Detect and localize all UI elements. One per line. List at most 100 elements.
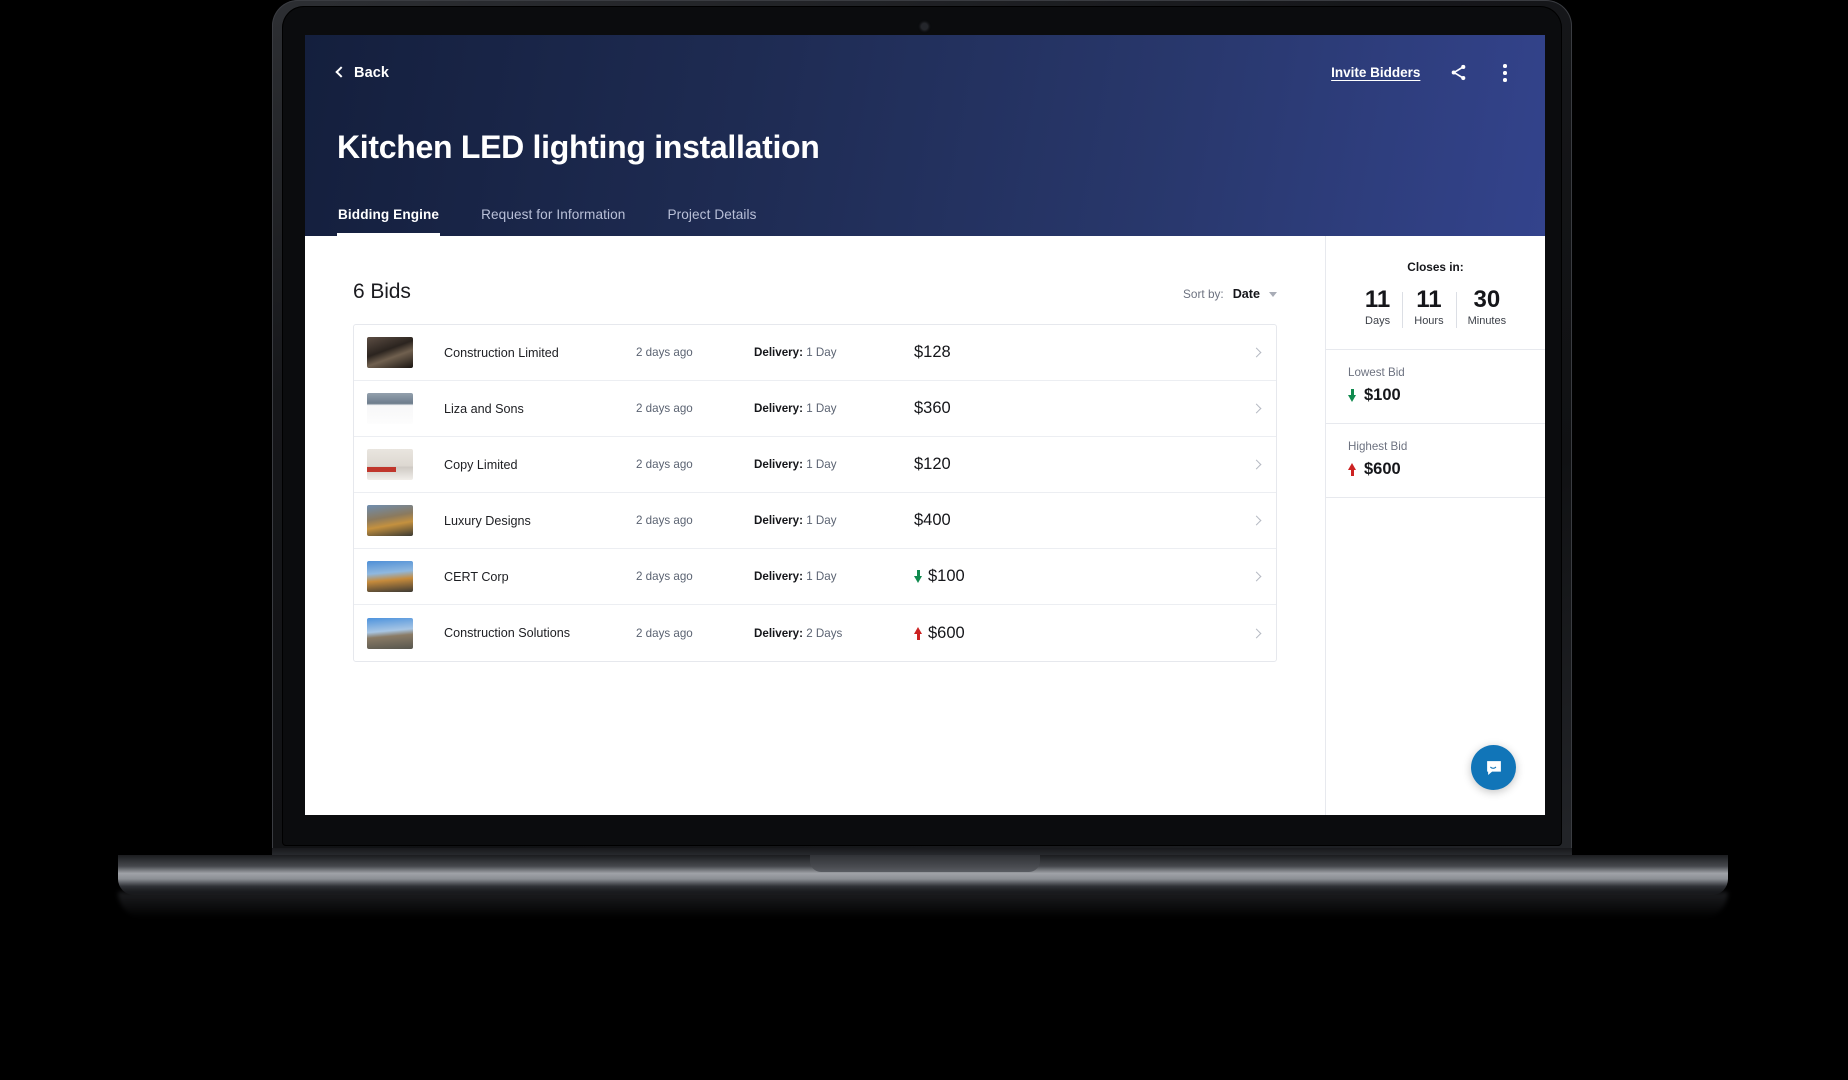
countdown-minutes: 30 Minutes	[1455, 286, 1519, 329]
bid-time: 2 days ago	[636, 570, 693, 583]
bidder-name: Construction Solutions	[444, 626, 571, 640]
highest-bid-value-row: $600	[1348, 460, 1545, 479]
chevron-left-icon	[335, 66, 347, 78]
arrow-down-icon	[1348, 389, 1357, 403]
table-row[interactable]: Construction Solutions 2 days ago Delive…	[354, 605, 1276, 661]
laptop-base-shadow	[118, 892, 1728, 918]
delivery-label: Delivery:	[754, 458, 803, 471]
countdown-days-label: Days	[1365, 315, 1391, 328]
lowest-bid-label: Lowest Bid	[1348, 366, 1405, 380]
tab-request-for-information[interactable]: Request for Information	[480, 207, 626, 236]
bid-delivery: Delivery: 1 Day	[754, 402, 914, 415]
delivery-label: Delivery:	[754, 402, 803, 415]
bid-time: 2 days ago	[636, 346, 693, 359]
bidder-name: CERT Corp	[444, 569, 509, 584]
bids-toolbar: 6 Bids Sort by: Date	[353, 280, 1277, 304]
app-body: 6 Bids Sort by: Date Construction Limite…	[305, 236, 1545, 815]
bids-table: Construction Limited 2 days ago Delivery…	[353, 324, 1277, 662]
countdown-hours: 11 Hours	[1402, 286, 1455, 329]
more-vertical-icon[interactable]	[1497, 61, 1513, 85]
bidder-name: Copy Limited	[444, 457, 518, 472]
bid-time: 2 days ago	[636, 626, 693, 640]
bid-delivery: Delivery: 1 Day	[754, 570, 914, 583]
chevron-right-icon	[1251, 403, 1262, 414]
bid-amount-value: $600	[928, 623, 965, 642]
row-chevron[interactable]	[1242, 347, 1262, 358]
highest-bid-label: Highest Bid	[1348, 440, 1408, 454]
share-icon[interactable]	[1449, 63, 1468, 82]
countdown-days: 11 Days	[1353, 287, 1402, 327]
invite-bidders-link[interactable]: Invite Bidders	[1331, 65, 1420, 80]
chevron-right-icon	[1251, 571, 1262, 582]
arrow-up-icon	[914, 626, 923, 640]
delivery-value: 1 Day	[806, 346, 837, 359]
countdown-minutes-label: Minutes	[1467, 315, 1507, 328]
countdown-hours-value: 11	[1416, 286, 1442, 313]
bid-delivery: Delivery: 2 Days	[754, 627, 914, 640]
back-button-label: Back	[354, 64, 390, 81]
bid-summary-sidebar: Closes in: 11 Days 11 Hours 30 Minutes L…	[1325, 236, 1545, 815]
row-chevron[interactable]	[1242, 628, 1262, 638]
sort-by-value: Date	[1232, 287, 1260, 301]
table-row[interactable]: Copy Limited 2 days ago Delivery: 1 Day …	[354, 437, 1276, 493]
delivery-label: Delivery:	[754, 514, 803, 527]
delivery-value: 2 Days	[806, 626, 843, 640]
bid-amount: $128	[914, 343, 1242, 362]
bid-amount-value: $360	[914, 399, 951, 417]
arrow-down-icon	[914, 570, 923, 583]
screenshot-stage: Back Invite Bidders Kitchen LED lighting…	[0, 0, 1848, 1080]
page-title: Kitchen LED lighting installation	[337, 128, 820, 165]
delivery-value: 1 Day	[806, 458, 837, 471]
sort-by-label: Sort by:	[1183, 287, 1224, 301]
lowest-bid-value-row: $100	[1348, 386, 1545, 405]
header-actions: Invite Bidders	[1331, 61, 1513, 85]
table-row[interactable]: Construction Limited 2 days ago Delivery…	[354, 325, 1276, 381]
bidder-name: Liza and Sons	[444, 401, 524, 416]
delivery-value: 1 Day	[806, 570, 837, 583]
bid-amount-value: $128	[914, 343, 951, 361]
lowest-bid-value: $100	[1364, 386, 1401, 405]
bids-main-column: 6 Bids Sort by: Date Construction Limite…	[305, 236, 1325, 815]
highest-bid-value: $600	[1364, 460, 1401, 479]
row-chevron[interactable]	[1242, 459, 1262, 470]
table-row[interactable]: Luxury Designs 2 days ago Delivery: 1 Da…	[354, 493, 1276, 549]
webcam-icon	[921, 23, 928, 30]
tab-bar: Bidding Engine Request for Information P…	[337, 207, 758, 236]
bidder-thumbnail	[367, 337, 413, 368]
chevron-right-icon	[1251, 628, 1262, 638]
delivery-label: Delivery:	[754, 626, 803, 640]
delivery-value: 1 Day	[806, 514, 837, 527]
bid-amount-value: $120	[914, 455, 951, 473]
bidder-thumbnail	[367, 617, 413, 649]
row-chevron[interactable]	[1242, 571, 1262, 582]
tab-bidding-engine[interactable]: Bidding Engine	[337, 207, 441, 236]
table-row[interactable]: Liza and Sons 2 days ago Delivery: 1 Day…	[354, 381, 1276, 437]
table-row[interactable]: CERT Corp 2 days ago Delivery: 1 Day $10…	[354, 549, 1276, 605]
bid-amount: $400	[914, 511, 1242, 530]
browser-screen: Back Invite Bidders Kitchen LED lighting…	[305, 35, 1545, 815]
bid-amount-value: $100	[928, 567, 965, 585]
delivery-value: 1 Day	[806, 402, 837, 415]
bidder-thumbnail	[367, 505, 413, 536]
chevron-right-icon	[1251, 459, 1262, 470]
bids-count: 6 Bids	[353, 280, 411, 303]
highest-bid-block: Highest Bid $600	[1326, 424, 1545, 499]
bid-time: 2 days ago	[636, 514, 693, 527]
arrow-up-icon	[1348, 463, 1357, 477]
row-chevron[interactable]	[1242, 403, 1262, 414]
bidder-name: Luxury Designs	[444, 513, 531, 528]
sort-by-dropdown[interactable]: Sort by: Date	[1183, 287, 1277, 304]
row-chevron[interactable]	[1242, 515, 1262, 526]
back-button[interactable]: Back	[335, 64, 390, 81]
countdown-minutes-value: 30	[1473, 286, 1501, 313]
tab-project-details[interactable]: Project Details	[666, 207, 757, 236]
chat-launcher-button[interactable]	[1471, 745, 1516, 790]
delivery-label: Delivery:	[754, 570, 803, 583]
bid-amount: $360	[914, 399, 1242, 418]
countdown-days-value: 11	[1364, 286, 1391, 313]
delivery-label: Delivery:	[754, 346, 803, 359]
bidder-name: Construction Limited	[444, 345, 559, 360]
closes-in-label: Closes in:	[1407, 260, 1464, 274]
bid-amount-value: $400	[914, 511, 951, 529]
chevron-right-icon	[1251, 347, 1262, 358]
